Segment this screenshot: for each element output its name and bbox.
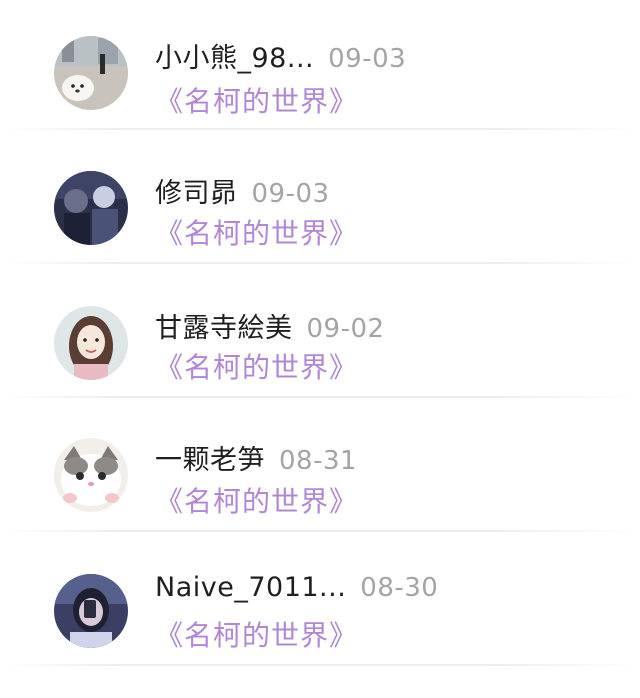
list-item[interactable]: 小小熊_98... 09-03 《名柯的世界》	[0, 0, 640, 134]
username[interactable]: Naive_7011...	[155, 572, 346, 603]
list-item[interactable]: 修司昴 09-03 《名柯的世界》	[0, 134, 640, 268]
work-link[interactable]: 《名柯的世界》	[155, 480, 358, 520]
username[interactable]: 小小熊_98...	[155, 43, 314, 74]
avatar-girl-drawing[interactable]	[54, 306, 128, 380]
work-link[interactable]: 《名柯的世界》	[155, 614, 358, 654]
work-link[interactable]: 《名柯的世界》	[155, 212, 358, 252]
username[interactable]: 修司昴	[155, 178, 238, 209]
comment-date: 09-03	[328, 44, 407, 74]
avatar-dark-photo[interactable]	[54, 171, 128, 245]
divider	[0, 664, 640, 666]
divider	[0, 530, 640, 532]
work-link[interactable]: 《名柯的世界》	[155, 80, 358, 120]
comment-date: 08-30	[360, 573, 439, 603]
comment-date: 09-03	[251, 179, 330, 209]
divider	[0, 262, 640, 264]
divider	[0, 396, 640, 398]
list-item[interactable]: Naive_7011... 08-30 《名柯的世界》	[0, 536, 640, 670]
username[interactable]: 甘露寺絵美	[155, 313, 293, 344]
comment-date: 09-02	[306, 314, 385, 344]
avatar-dog-street[interactable]	[54, 36, 128, 110]
avatar-cat[interactable]	[54, 438, 128, 512]
username[interactable]: 一颗老笋	[155, 445, 265, 476]
list-item[interactable]: 一颗老笋 08-31 《名柯的世界》	[0, 402, 640, 536]
avatar-mirror-selfie[interactable]	[54, 574, 128, 648]
work-link[interactable]: 《名柯的世界》	[155, 346, 358, 386]
list-item[interactable]: 甘露寺絵美 09-02 《名柯的世界》	[0, 268, 640, 402]
divider	[0, 128, 640, 130]
comment-date: 08-31	[279, 446, 358, 476]
